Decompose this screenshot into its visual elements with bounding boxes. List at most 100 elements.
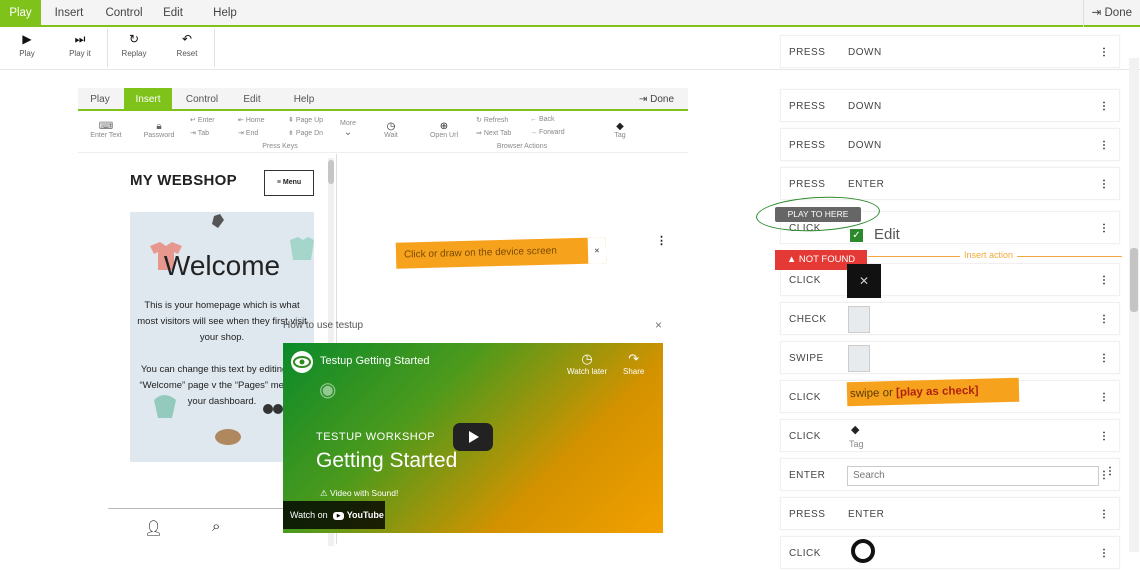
done-button[interactable]: ⇥ Done xyxy=(1082,0,1132,27)
inner-tab-insert[interactable]: Insert xyxy=(124,88,172,111)
kebab-menu-icon[interactable]: ⋮ xyxy=(1099,537,1109,570)
more-dropdown[interactable]: More ⌄ xyxy=(336,120,360,138)
kebab-menu-icon[interactable]: ⋮ xyxy=(1099,420,1109,453)
browser-actions-label: Browser Actions xyxy=(496,143,548,150)
tab-play[interactable]: Play xyxy=(0,0,41,27)
tag-button[interactable]: ◆ Tag xyxy=(606,121,634,139)
kebab-menu-icon[interactable]: ⋮ xyxy=(1099,212,1109,245)
step-action: PRESS xyxy=(789,509,826,520)
step-row[interactable]: CLICK ⋮ xyxy=(780,536,1120,569)
menu-button[interactable]: ≡ Menu xyxy=(264,170,314,196)
edit-label[interactable]: Edit xyxy=(850,226,900,243)
watch-later-button[interactable]: ◷ Watch later xyxy=(567,351,607,376)
play-it-button[interactable]: ⏭ Play it xyxy=(55,31,105,58)
open-url-button[interactable]: ⊕ Open Url xyxy=(424,121,464,139)
screenshot-thumbnail[interactable] xyxy=(848,345,870,372)
key-page-up[interactable]: ⇞ Page Up xyxy=(288,116,334,124)
search-icon[interactable]: ⌕ xyxy=(212,518,220,535)
key-home-label: Home xyxy=(245,117,265,124)
inner-tab-edit[interactable]: Edit xyxy=(232,88,272,111)
kebab-menu-icon[interactable]: ⋮ xyxy=(1105,466,1115,477)
key-page-up-label: Page Up xyxy=(295,117,324,124)
kebab-menu-icon[interactable]: ⋮ xyxy=(1099,381,1109,414)
step-action: CLICK xyxy=(789,392,821,403)
exit-icon: ⇥ xyxy=(638,94,651,105)
back-button[interactable]: ← Back xyxy=(530,116,570,123)
step-row[interactable]: CLICK ◆ Tag ⋮ xyxy=(780,419,1120,452)
next-tab-button[interactable]: ⇒ Next Tab xyxy=(476,129,524,137)
arrow-right-icon: ⇒ xyxy=(476,130,484,137)
kebab-menu-icon[interactable]: ⋮ xyxy=(1099,498,1109,531)
kebab-menu-icon[interactable]: ⋮ xyxy=(1099,36,1109,69)
video-title[interactable]: Testup Getting Started xyxy=(320,355,429,367)
password-label: Password xyxy=(143,132,175,139)
key-home[interactable]: ⇤ Home xyxy=(238,116,278,124)
inner-done-button[interactable]: ⇥ Done xyxy=(639,88,674,111)
step-action: CHECK xyxy=(789,314,827,325)
channel-avatar[interactable] xyxy=(291,351,313,373)
chevron-down-icon: ⌄ xyxy=(343,127,353,138)
kebab-menu-icon[interactable]: ⋮ xyxy=(1099,303,1109,336)
kebab-menu-icon[interactable]: ⋮ xyxy=(1099,129,1109,162)
clock-icon: ◷ xyxy=(581,351,593,366)
tab-insert[interactable]: Insert xyxy=(43,0,95,27)
watch-on-youtube-button[interactable]: Watch on ▶ YouTube xyxy=(283,501,385,529)
user-icon[interactable]: 👤︎ xyxy=(144,519,163,537)
inner-tab-control[interactable]: Control xyxy=(176,88,228,111)
step-list-scrollbar[interactable] xyxy=(1129,58,1139,552)
kebab-menu-icon[interactable]: ⋮ xyxy=(656,234,667,247)
play-to-here-button[interactable]: PLAY TO HERE xyxy=(775,207,861,222)
toolbar-divider xyxy=(214,29,215,67)
password-button[interactable]: 🔒︎ Password xyxy=(136,121,182,139)
kebab-menu-icon[interactable]: ⋮ xyxy=(1099,264,1109,297)
search-input[interactable]: Search xyxy=(847,466,1099,486)
step-row[interactable]: PRESS DOWN ⋮ xyxy=(780,89,1120,122)
refresh-button[interactable]: ↻ Refresh xyxy=(476,116,520,124)
tag-label: Tag xyxy=(614,132,626,139)
enter-text-button[interactable]: ⌨ Enter Text xyxy=(84,121,128,139)
tab-edit[interactable]: Edit xyxy=(153,0,193,27)
reset-button[interactable]: ↶ Reset xyxy=(162,31,212,58)
youtube-video-player[interactable]: Testup Getting Started ◷ Watch later ↷ S… xyxy=(283,343,663,533)
play-video-button[interactable] xyxy=(453,423,493,451)
forward-button[interactable]: → Forward xyxy=(530,129,574,136)
device-scroll-thumb[interactable] xyxy=(328,160,334,184)
step-row[interactable]: PRESS ENTER ⋮ xyxy=(780,497,1120,530)
wait-button[interactable]: ◷ Wait xyxy=(376,121,406,139)
screenshot-thumbnail[interactable] xyxy=(848,306,870,333)
step-row[interactable]: PRESS DOWN ⋮ xyxy=(780,128,1120,161)
step-value: ENTER xyxy=(848,509,885,520)
close-icon[interactable]: ✕ xyxy=(847,264,881,298)
close-icon[interactable]: × xyxy=(655,318,662,332)
kebab-menu-icon[interactable]: ⋮ xyxy=(1099,168,1109,201)
step-row[interactable]: PRESS DOWN ⋮ xyxy=(780,35,1120,68)
inner-toolbar: ⌨ Enter Text 🔒︎ Password ↵ Enter ⇥ Tab ⇤… xyxy=(78,113,688,153)
key-tab[interactable]: ⇥ Tab xyxy=(190,129,230,137)
inner-tab-help[interactable]: Help xyxy=(282,88,326,111)
step-row[interactable]: SWIPE ⋮ xyxy=(780,341,1120,374)
share-icon: ↷ xyxy=(628,351,640,366)
close-icon[interactable]: × xyxy=(587,237,607,264)
back-label: Back xyxy=(538,116,555,123)
step-list-scroll-thumb[interactable] xyxy=(1130,248,1138,312)
menu-label: Menu xyxy=(282,179,302,186)
kebab-menu-icon[interactable]: ⋮ xyxy=(1099,342,1109,375)
play-button[interactable]: ▶ Play xyxy=(2,31,52,58)
share-button[interactable]: ↷ Share xyxy=(623,351,644,376)
step-row[interactable]: PRESS ENTER ⋮ xyxy=(780,167,1120,200)
enter-text-label: Enter Text xyxy=(90,132,122,139)
insert-action-label[interactable]: Insert action xyxy=(960,250,1018,260)
key-enter[interactable]: ↵ Enter xyxy=(190,116,230,124)
key-end[interactable]: ⇥ End xyxy=(238,129,278,137)
wait-label: Wait xyxy=(384,132,398,139)
inner-tab-play[interactable]: Play xyxy=(78,88,122,111)
share-label: Share xyxy=(623,367,645,376)
key-page-down[interactable]: ⇟ Page Dn xyxy=(288,129,334,137)
kebab-menu-icon[interactable]: ⋮ xyxy=(1099,90,1109,123)
step-row[interactable]: CHECK ⋮ xyxy=(780,302,1120,335)
tab-help[interactable]: Help xyxy=(200,0,250,27)
key-enter-label: Enter xyxy=(197,117,215,124)
replay-button[interactable]: ↻ Replay xyxy=(109,31,159,58)
youtube-logo-icon: ▶ xyxy=(333,511,345,520)
tab-control[interactable]: Control xyxy=(97,0,151,27)
